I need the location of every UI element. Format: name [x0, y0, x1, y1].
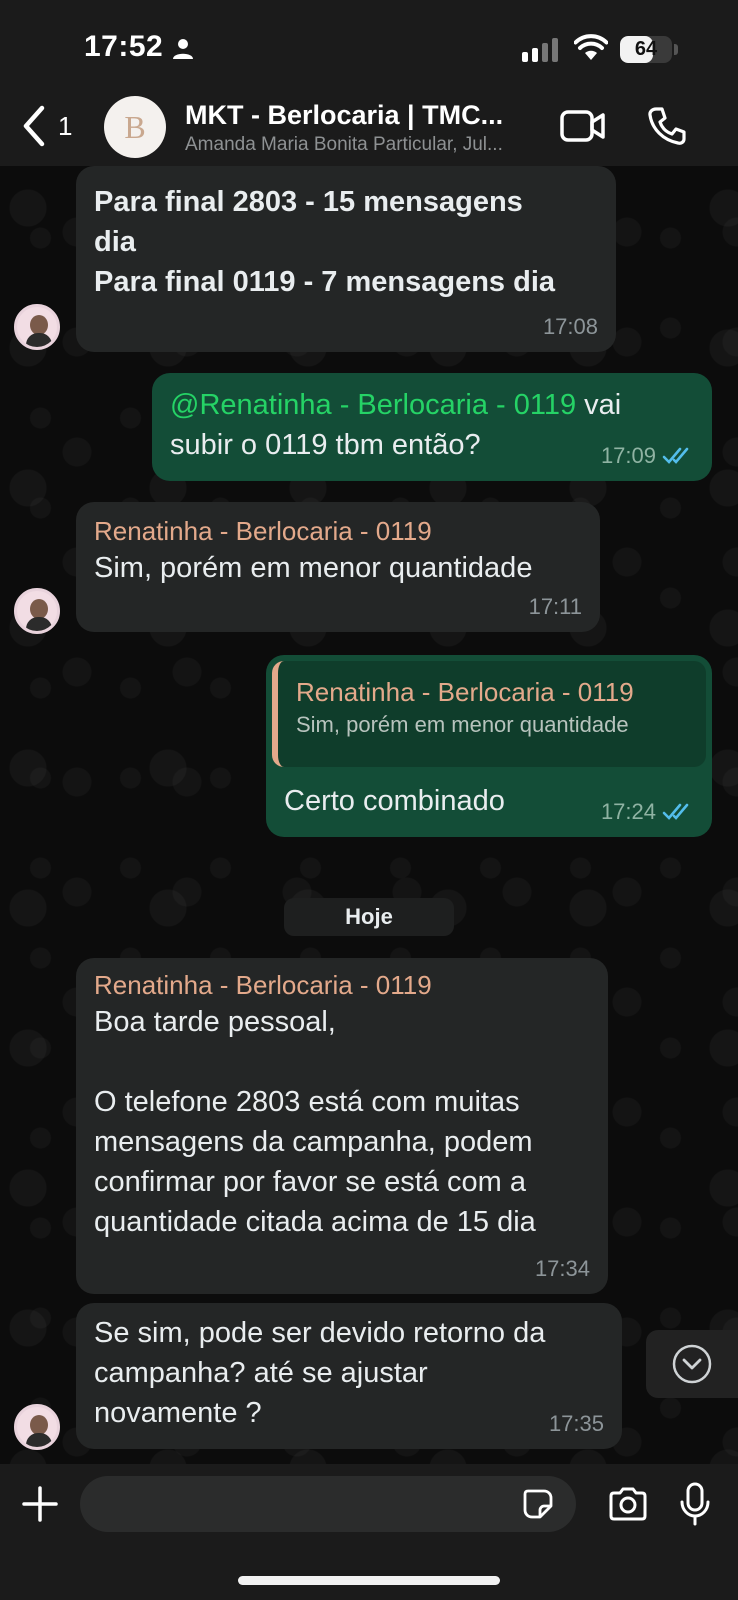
- message-text: Certo combinado: [284, 785, 505, 817]
- message-line: [94, 1042, 590, 1082]
- phone-icon[interactable]: [648, 106, 686, 146]
- message-bubble[interactable]: Renatinha - Berlocaria - 0119 Sim, porém…: [266, 655, 712, 837]
- message-bubble[interactable]: @Renatinha - Berlocaria - 0119 vai subir…: [152, 373, 712, 481]
- avatar-face: [30, 599, 48, 619]
- message-line: Boa tarde pessoal,: [94, 1006, 336, 1038]
- message-time: 17:11: [528, 594, 582, 619]
- chat-participants[interactable]: Amanda Maria Bonita Particular, Jul...: [185, 134, 503, 156]
- camera-icon[interactable]: [607, 1486, 649, 1522]
- person-icon: [173, 39, 193, 59]
- message-time: 17:24: [600, 799, 656, 824]
- chat-title[interactable]: MKT - Berlocaria | TMC...: [185, 100, 503, 131]
- message-bubble[interactable]: Se sim, pode ser devido retorno da campa…: [76, 1303, 622, 1449]
- sender-avatar[interactable]: [14, 304, 60, 350]
- video-call-icon[interactable]: [560, 108, 606, 144]
- message-line: Para final 0119 - 7 mensagens dia: [94, 266, 556, 298]
- message-meta: 17:09: [601, 443, 694, 469]
- back-button[interactable]: 1: [20, 104, 72, 148]
- day-divider: Hoje: [284, 898, 454, 936]
- avatar-face: [30, 315, 48, 335]
- signal-bars-icon: [522, 38, 558, 62]
- sender-avatar[interactable]: [14, 588, 60, 634]
- battery-level: 64: [634, 38, 658, 60]
- message-meta: 17:24: [601, 799, 694, 825]
- message-line: @Renatinha - Berlocaria - 0119 vai: [170, 385, 694, 425]
- microphone-icon[interactable]: [680, 1482, 710, 1526]
- status-bar: 17:52 64: [0, 0, 738, 90]
- double-check-icon: [662, 803, 689, 820]
- message-bubble[interactable]: Renatinha - Berlocaria - 0119 Sim, porém…: [76, 502, 600, 632]
- plus-icon[interactable]: [20, 1484, 60, 1524]
- message-time: 17:08: [542, 314, 598, 339]
- message-time: 17:35: [548, 1411, 604, 1436]
- avatar-letter: B: [124, 108, 146, 145]
- unread-count: 1: [58, 110, 73, 141]
- message-time: 17:09: [600, 443, 656, 468]
- chat-header: 1 B MKT - Berlocaria | TMC... Amanda Mar…: [0, 90, 738, 166]
- message-line: Para final 2803 - 15 mensagens: [94, 186, 523, 218]
- message-line: O telefone 2803 está com muitas: [94, 1086, 520, 1118]
- sender-avatar[interactable]: [14, 1404, 60, 1450]
- battery-tip: [674, 44, 678, 55]
- message-time: 17:34: [534, 1256, 590, 1281]
- message-line: confirmar por favor se está com a: [94, 1166, 526, 1198]
- message-bubble[interactable]: Renatinha - Berlocaria - 0119 Boa tarde …: [76, 958, 608, 1294]
- message-line: mensagens da campanha, podem: [94, 1126, 533, 1158]
- sender-name[interactable]: Renatinha - Berlocaria - 0119: [94, 502, 582, 548]
- message-text: Boa tarde pessoal, O telefone 2803 está …: [94, 1002, 590, 1242]
- quoted-text: Sim, porém em menor quantidade: [296, 712, 629, 737]
- message-bubble[interactable]: Para final 2803 - 15 mensagens dia Para …: [76, 166, 616, 352]
- status-time: 17:52: [84, 30, 164, 63]
- home-indicator: [238, 1576, 500, 1585]
- scroll-to-bottom-button[interactable]: [646, 1330, 738, 1398]
- message-line: novamente ?: [94, 1397, 262, 1429]
- message-meta: 17:35: [549, 1411, 604, 1437]
- sticker-icon[interactable]: [522, 1488, 554, 1520]
- message-line: quantidade citada acima de 15 dia: [94, 1206, 536, 1238]
- double-check-icon: [662, 447, 689, 464]
- message-line: dia: [94, 226, 136, 258]
- mention-link[interactable]: @Renatinha - Berlocaria - 0119: [170, 389, 576, 421]
- compose-bar: [0, 1464, 738, 1600]
- message-text: Se sim, pode ser devido retorno da campa…: [94, 1303, 604, 1433]
- message-meta: 17:08: [543, 314, 598, 340]
- group-avatar[interactable]: B: [104, 96, 166, 158]
- message-line: Se sim, pode ser devido retorno da: [94, 1317, 546, 1349]
- message-text: Sim, porém em menor quantidade: [94, 552, 533, 584]
- quoted-sender: Renatinha - Berlocaria - 0119: [296, 677, 634, 707]
- message-line: campanha? até se ajustar: [94, 1357, 428, 1389]
- message-meta: 17:34: [535, 1256, 590, 1282]
- message-fragment: vai: [576, 389, 622, 421]
- chevron-left-icon: [23, 105, 45, 147]
- sender-name[interactable]: Renatinha - Berlocaria - 0119: [94, 958, 590, 1002]
- wifi-icon: [574, 34, 608, 60]
- message-text: Para final 2803 - 15 mensagens dia Para …: [94, 166, 598, 302]
- message-meta: 17:11: [529, 594, 582, 620]
- message-input[interactable]: [80, 1476, 576, 1532]
- chevron-down-circle-icon: [672, 1344, 712, 1384]
- quoted-message[interactable]: Renatinha - Berlocaria - 0119 Sim, porém…: [272, 661, 706, 767]
- avatar-face: [30, 1415, 48, 1435]
- battery-indicator: 64: [620, 36, 672, 63]
